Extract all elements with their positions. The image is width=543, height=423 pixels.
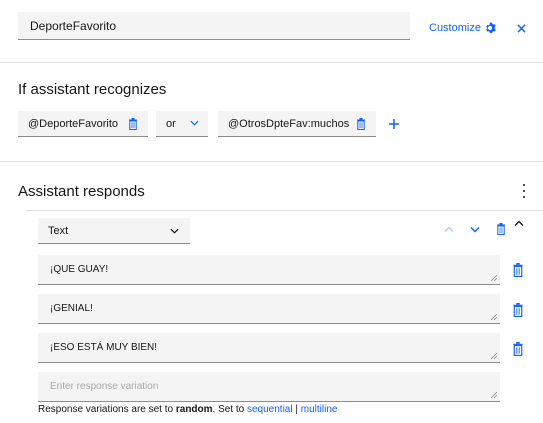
response-mode-value: random	[175, 404, 213, 415]
resize-handle-icon[interactable]	[491, 275, 497, 281]
response-type-value: Text	[48, 225, 69, 237]
trash-icon[interactable]	[512, 303, 524, 317]
resize-handle-icon[interactable]	[491, 353, 497, 359]
response-variation-field[interactable]: ¡GENIAL!	[38, 294, 500, 324]
plus-icon	[389, 119, 399, 129]
condition-second-value: @OtrosDpteFav:muchos	[228, 118, 350, 130]
resize-handle-icon[interactable]	[491, 392, 497, 398]
response-variation-text: ¡QUE GUAY!	[50, 264, 109, 275]
move-down-icon[interactable]	[470, 226, 480, 233]
response-mode-note: Response variations are set to random. S…	[38, 404, 338, 415]
response-type-select[interactable]: Text	[38, 218, 190, 244]
new-response-variation-input[interactable]: Enter response variation	[38, 372, 500, 402]
response-variation-field[interactable]: ¡ESO ESTÁ MUY BIEN!	[38, 333, 500, 363]
operator-value: or	[166, 118, 176, 130]
chevron-down-icon	[190, 120, 199, 126]
response-variation-field[interactable]: ¡QUE GUAY!	[38, 255, 500, 285]
responses-section-title: Assistant responds	[18, 183, 145, 200]
gear-icon	[486, 22, 496, 34]
multiline-link[interactable]: multiline	[301, 404, 338, 415]
trash-icon[interactable]	[356, 118, 366, 130]
response-variation-text: ¡GENIAL!	[50, 303, 93, 314]
divider	[26, 210, 543, 211]
sequential-link[interactable]: sequential	[247, 404, 293, 415]
close-icon	[516, 23, 526, 33]
operator-select[interactable]: or	[156, 111, 208, 137]
condition-section-title: If assistant recognizes	[18, 81, 167, 98]
trash-icon[interactable]	[512, 263, 524, 277]
condition-second-field[interactable]: @OtrosDpteFav:muchos	[218, 111, 376, 137]
trash-icon[interactable]	[512, 342, 524, 356]
condition-first-field[interactable]: @DeporteFavorito	[18, 111, 148, 137]
trash-icon[interactable]	[128, 118, 138, 130]
response-variation-text: ¡ESO ESTÁ MUY BIEN!	[50, 342, 158, 353]
customize-label: Customize	[429, 22, 481, 34]
resize-handle-icon[interactable]	[491, 314, 497, 320]
customize-button[interactable]: Customize	[429, 19, 497, 37]
response-placeholder-text: Enter response variation	[50, 381, 159, 392]
divider	[0, 161, 543, 162]
close-button[interactable]	[514, 19, 528, 37]
trash-icon[interactable]	[496, 223, 506, 235]
add-condition-button[interactable]	[387, 115, 401, 133]
move-up-icon[interactable]	[444, 226, 454, 233]
link-separator: |	[295, 404, 298, 415]
node-name-field[interactable]: DeporteFavorito	[18, 12, 410, 40]
condition-first-value: @DeporteFavorito	[28, 118, 119, 130]
chevron-down-icon	[170, 228, 179, 234]
collapse-icon[interactable]	[514, 220, 524, 227]
divider	[0, 62, 543, 63]
overflow-menu-icon[interactable]	[520, 184, 528, 198]
